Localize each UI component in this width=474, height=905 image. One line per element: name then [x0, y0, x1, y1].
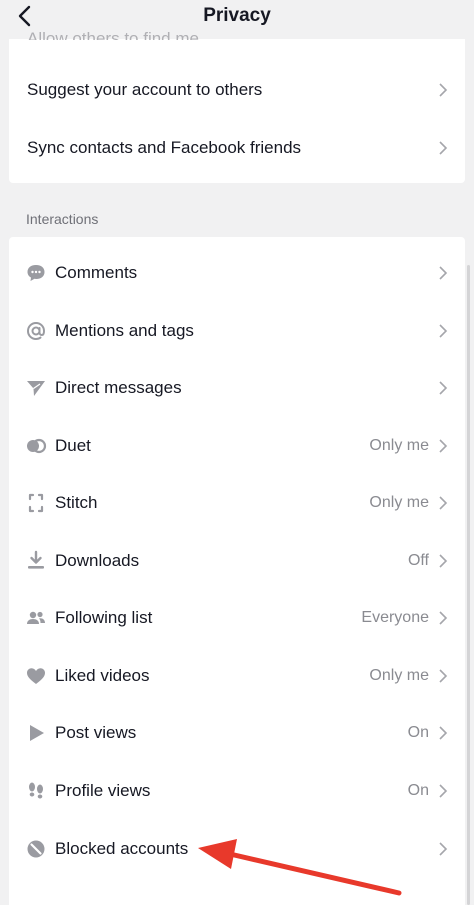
suggest-account-row[interactable]: Suggest your account to others — [9, 61, 465, 119]
duet-icon — [27, 438, 47, 454]
post-views-row[interactable]: Post views On — [9, 704, 465, 762]
chevron-right-icon — [439, 669, 448, 683]
row-label: Sync contacts and Facebook friends — [27, 138, 302, 157]
annotation-arrow-icon — [198, 839, 402, 896]
row-label: Comments — [55, 263, 138, 282]
section-title-interactions: Interactions — [26, 211, 99, 227]
row-label: Profile views — [55, 781, 151, 800]
stitch-row[interactable]: Stitch Only me — [9, 474, 465, 532]
row-value: On — [407, 724, 429, 741]
comments-row[interactable]: Comments — [9, 244, 465, 302]
row-label: Following list — [55, 608, 153, 627]
send-icon — [27, 381, 45, 396]
stitch-icon — [28, 493, 44, 513]
downloads-row[interactable]: Downloads Off — [9, 532, 465, 590]
discoverability-card: Allow others to find me Suggest your acc… — [9, 30, 465, 183]
chevron-right-icon — [439, 842, 448, 856]
liked-videos-row[interactable]: Liked videos Only me — [9, 647, 465, 705]
interactions-card: Comments Mentions and tags Direct messag… — [9, 237, 465, 905]
row-value: Only me — [369, 494, 429, 511]
chevron-right-icon — [439, 266, 448, 280]
following-list-row[interactable]: Following list Everyone — [9, 589, 465, 647]
cut-off-row-label: Allow others to find me — [27, 30, 199, 40]
row-value: On — [407, 782, 429, 799]
chevron-right-icon — [439, 324, 448, 338]
row-label: Suggest your account to others — [27, 80, 263, 99]
direct-messages-row[interactable]: Direct messages — [9, 359, 465, 417]
row-label: Blocked accounts — [55, 839, 189, 858]
chevron-right-icon — [439, 83, 448, 97]
chevron-right-icon — [439, 439, 448, 453]
heart-icon — [27, 668, 45, 684]
block-icon — [27, 840, 45, 858]
row-label: Liked videos — [55, 666, 150, 685]
duet-row[interactable]: Duet Only me — [9, 417, 465, 475]
row-value: Only me — [369, 667, 429, 684]
play-icon — [30, 725, 44, 741]
profile-views-row[interactable]: Profile views On — [9, 762, 465, 820]
row-value: Only me — [369, 437, 429, 454]
sync-contacts-row[interactable]: Sync contacts and Facebook friends — [9, 119, 465, 177]
people-icon — [27, 611, 45, 624]
row-label: Post views — [55, 723, 137, 742]
top-nav-bar: Privacy — [0, 0, 474, 34]
row-label: Stitch — [55, 493, 98, 512]
at-icon — [26, 321, 46, 341]
row-label: Duet — [55, 436, 91, 455]
row-value: Off — [407, 552, 429, 569]
chevron-right-icon — [439, 726, 448, 740]
footprints-icon — [29, 782, 43, 799]
chevron-right-icon — [439, 141, 448, 155]
row-label: Mentions and tags — [55, 321, 194, 340]
comment-icon — [27, 265, 45, 281]
chevron-right-icon — [439, 554, 448, 568]
mentions-tags-row[interactable]: Mentions and tags — [9, 302, 465, 360]
row-label: Direct messages — [55, 378, 182, 397]
download-icon — [28, 550, 44, 569]
scrollbar[interactable] — [467, 265, 470, 905]
chevron-right-icon — [439, 496, 448, 510]
row-value: Everyone — [361, 609, 429, 626]
chevron-right-icon — [439, 381, 448, 395]
chevron-right-icon — [439, 611, 448, 625]
row-label: Downloads — [55, 551, 140, 570]
chevron-right-icon — [439, 784, 448, 798]
page-title: Privacy — [203, 5, 271, 26]
